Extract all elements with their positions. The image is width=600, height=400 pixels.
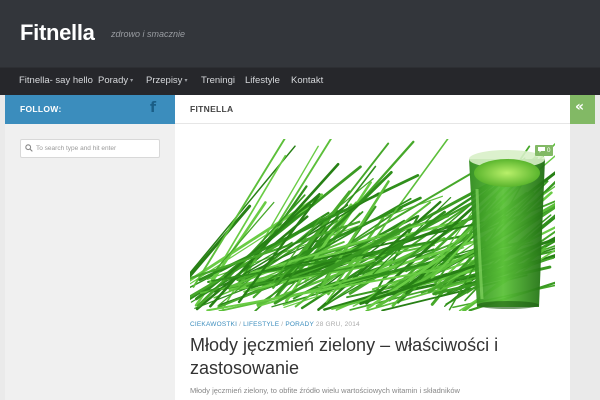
search-input[interactable] (36, 141, 158, 156)
category-separator: / (239, 321, 242, 328)
nav-item-label: Kontakt (291, 75, 324, 86)
double-chevron-left-icon: « (575, 99, 585, 115)
juice-glass (469, 150, 545, 309)
site-title[interactable]: Fitnella (20, 20, 95, 46)
nav-item-label: Fitnella- say hello (19, 75, 93, 86)
wheatgrass-image (190, 139, 555, 311)
main-content: FITNELLA 0 CIEKAWOSTKI / LIFESTYLE / POR… (175, 95, 570, 400)
sidebar-toggle-button[interactable]: « (570, 95, 595, 124)
nav-item-label: Porady (98, 75, 129, 86)
chevron-down-icon: ▾ (130, 78, 134, 84)
nav-item-label: Lifestyle (245, 75, 280, 86)
chevron-down-icon: ▾ (184, 78, 188, 84)
category-link[interactable]: CIEKAWOSTKI (190, 321, 237, 328)
post-meta: CIEKAWOSTKI / LIFESTYLE / PORADY 28 GRU,… (190, 321, 360, 328)
category-separator: / (281, 321, 284, 328)
left-sidebar: FOLLOW: f (5, 95, 175, 400)
search-icon (25, 144, 33, 152)
nav-item-label: Treningi (201, 75, 235, 86)
post-thumbnail[interactable] (190, 139, 555, 311)
main-header: FITNELLA (175, 95, 570, 124)
site-tagline: zdrowo i smacznie (111, 29, 186, 39)
comment-count-badge[interactable]: 0 (535, 145, 554, 156)
search-box (20, 139, 160, 158)
site-header: Fitnella zdrowo i smacznie (0, 0, 600, 67)
category-link[interactable]: LIFESTYLE (243, 321, 279, 328)
nav-item-przepisy[interactable]: Przepisy ▾ (146, 75, 187, 86)
nav-item-treningi[interactable]: Treningi (201, 75, 235, 86)
nav-item-lifestyle[interactable]: Lifestyle (245, 75, 280, 86)
post-date: 28 GRU, 2014 (315, 321, 360, 328)
post-title[interactable]: Młody jęczmień zielony – właściwości i z… (190, 334, 555, 380)
follow-label: FOLLOW: (20, 104, 62, 114)
page-title: FITNELLA (190, 104, 234, 114)
nav-item-porady[interactable]: Porady ▾ (98, 75, 133, 86)
main-navigation: Fitnella- say hello Porady ▾ Przepisy ▾ Tr… (0, 67, 600, 95)
right-gutter (595, 95, 600, 400)
nav-item-label: Przepisy (146, 75, 183, 86)
nav-item-say-hello[interactable]: Fitnella- say hello (19, 75, 93, 86)
facebook-icon[interactable]: f (150, 100, 156, 116)
comment-count: 0 (546, 147, 551, 154)
comment-icon (538, 146, 545, 153)
follow-bar: FOLLOW: f (5, 95, 175, 124)
post-excerpt: Młody jęczmień zielony, to obfite źródło… (190, 386, 460, 395)
nav-item-kontakt[interactable]: Kontakt (291, 75, 323, 86)
category-link[interactable]: PORADY (285, 321, 314, 328)
